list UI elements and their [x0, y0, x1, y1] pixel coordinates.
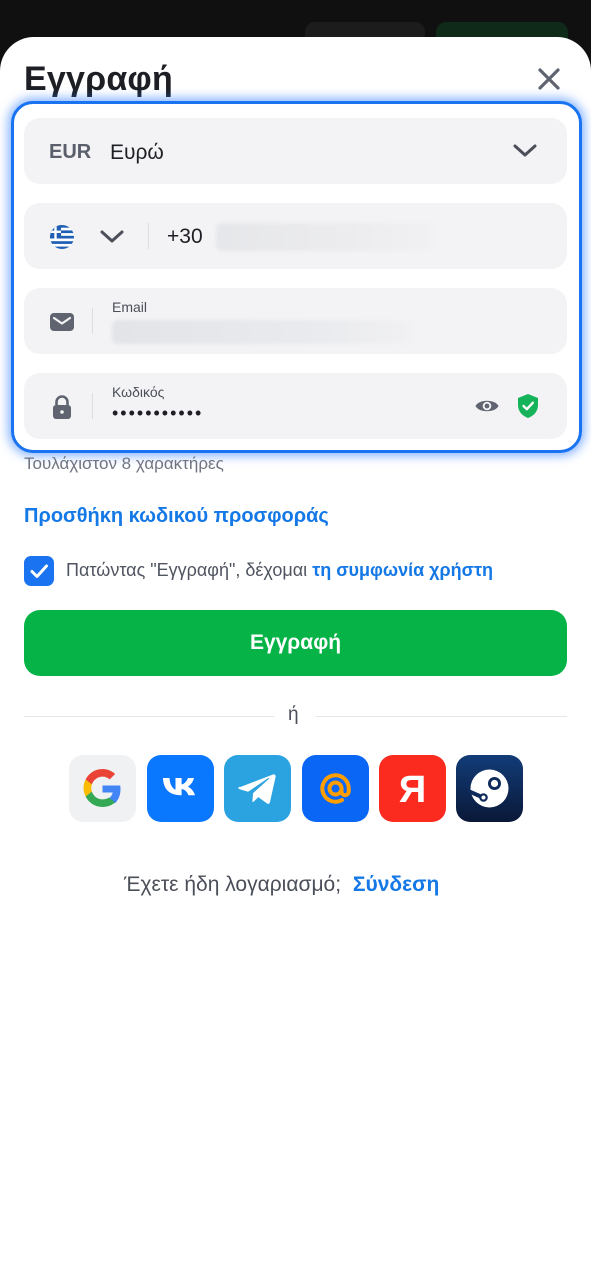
country-chevron-down-icon[interactable] [99, 229, 125, 245]
password-field[interactable]: Κωδικός ••••••••••• [24, 373, 567, 439]
password-masked-value[interactable]: ••••••••••• [112, 403, 203, 424]
google-icon [83, 769, 121, 807]
phone-number-blurred[interactable] [216, 223, 432, 251]
register-button[interactable]: Εγγραφή [24, 610, 567, 676]
close-icon[interactable] [532, 62, 566, 96]
checkmark-icon [30, 564, 48, 578]
currency-name: Ευρώ [110, 141, 164, 164]
agreement-text: Πατώντας "Εγγραφή", δέχομαι τη συμφωνία … [66, 560, 493, 581]
phone-field[interactable]: +30 [24, 203, 567, 269]
user-agreement-link[interactable]: τη συμφωνία χρήστη [312, 560, 493, 580]
promo-code-link[interactable]: Προσθήκη κωδικού προσφοράς [24, 505, 329, 528]
steam-login-button[interactable] [456, 755, 523, 822]
yandex-icon: Я [399, 769, 426, 811]
svg-text:Я: Я [399, 769, 426, 811]
divider-line [316, 716, 567, 717]
envelope-icon [50, 313, 74, 331]
divider [92, 393, 93, 419]
divider [92, 308, 93, 334]
mailru-icon [320, 773, 351, 804]
page-title: Εγγραφή [24, 60, 173, 98]
greece-flag-icon[interactable] [50, 225, 74, 249]
login-link[interactable]: Σύνδεση [353, 873, 439, 896]
google-login-button[interactable] [69, 755, 136, 822]
vk-login-button[interactable] [147, 755, 214, 822]
divider-line [24, 716, 274, 717]
password-label: Κωδικός [112, 384, 165, 400]
telegram-login-button[interactable] [224, 755, 291, 822]
email-value-blurred[interactable] [112, 320, 412, 344]
shield-check-icon [518, 394, 538, 418]
password-hint: Τουλάχιστον 8 χαρακτήρες [24, 454, 224, 473]
currency-select[interactable]: EUR Ευρώ [24, 118, 567, 184]
or-divider-text: ή [288, 704, 299, 725]
currency-code: EUR [49, 141, 92, 163]
dial-code: +30 [167, 225, 203, 248]
chevron-down-icon [513, 144, 537, 157]
steam-icon [468, 769, 509, 808]
email-label: Email [112, 299, 148, 315]
divider [148, 223, 149, 249]
mailru-login-button[interactable] [302, 755, 369, 822]
agreement-label: Πατώντας "Εγγραφή", δέχομαι [66, 560, 308, 580]
email-field[interactable]: Email [24, 288, 567, 354]
lock-icon [53, 395, 71, 419]
agreement-checkbox[interactable] [24, 556, 54, 586]
have-account-row: Έχετε ήδη λογαριασμό; Σύνδεση [124, 873, 439, 897]
telegram-icon [238, 774, 276, 804]
eye-icon[interactable] [474, 395, 500, 417]
vk-icon [163, 778, 195, 796]
yandex-login-button[interactable]: Я [379, 755, 446, 822]
have-account-text: Έχετε ήδη λογαριασμό; [124, 873, 342, 896]
